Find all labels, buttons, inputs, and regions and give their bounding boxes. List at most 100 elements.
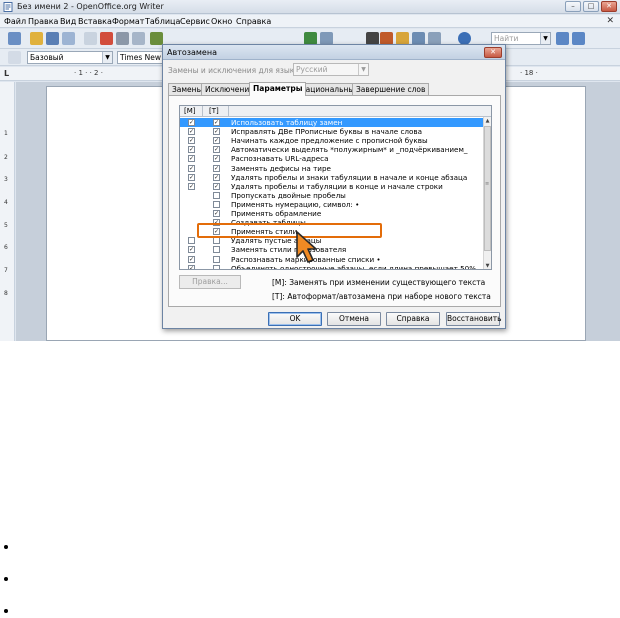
scroll-down-icon[interactable]: ▼ — [484, 262, 491, 269]
options-panel: [M] [T] ✓ ✓ Использовать таблицу замен ✓ ✓ Ис… — [168, 95, 501, 307]
menu-edit[interactable]: Правка — [28, 17, 58, 26]
option-m-checkbox[interactable]: ✓ — [188, 255, 195, 263]
option-t-checkbox[interactable] — [213, 246, 220, 254]
option-t-checkbox[interactable]: ✓ — [213, 182, 220, 190]
option-label: Применять обрамление — [231, 209, 322, 218]
option-row[interactable]: ✓ Применять обрамление — [180, 209, 485, 218]
minimize-button[interactable]: – — [565, 1, 581, 12]
option-label: Объединять однострочные абзацы, если дли… — [231, 263, 477, 270]
option-t-checkbox[interactable] — [213, 255, 220, 263]
vruler-mark: 4 — [4, 199, 8, 206]
help-button[interactable]: Справка — [386, 312, 440, 326]
edit-button[interactable]: Правка... — [179, 275, 241, 289]
option-row[interactable]: ✓ ✓ Удалять пробелы и табуляции в конце и … — [180, 182, 485, 191]
open-folder-icon[interactable] — [30, 32, 43, 45]
find-next-icon[interactable] — [556, 32, 569, 45]
option-row[interactable]: ✓ ✓ Исправлять ДВе ПРописные буквы в начал… — [180, 127, 485, 136]
option-row[interactable]: ✓ Объединять однострочные абзацы, если дл… — [180, 263, 485, 270]
option-m-checkbox[interactable]: ✓ — [188, 146, 195, 154]
close-document-icon[interactable]: ✕ — [606, 16, 614, 26]
option-m-checkbox[interactable]: ✓ — [188, 173, 195, 181]
option-t-checkbox[interactable]: ✓ — [213, 119, 220, 126]
chevron-down-icon[interactable]: ▼ — [102, 52, 112, 63]
option-t-checkbox[interactable]: ✓ — [213, 210, 220, 217]
menu-bar: Файл Правка Вид Вставка Формат Таблица С… — [0, 15, 620, 28]
scroll-up-icon[interactable]: ▲ — [484, 117, 491, 125]
option-row[interactable]: Пропускать двойные пробелы — [180, 191, 485, 200]
mouse-pointer-icon — [296, 231, 317, 263]
column-m-header: [M] — [184, 107, 196, 115]
menu-file[interactable]: Файл — [4, 17, 26, 26]
option-m-checkbox[interactable]: ✓ — [188, 164, 195, 172]
edit-file-icon[interactable] — [84, 32, 97, 45]
styles-icon[interactable] — [8, 51, 21, 64]
option-label: Удалять пробелы и табуляции в конце и на… — [231, 181, 443, 191]
menu-table[interactable]: Таблица — [145, 17, 180, 26]
menu-view[interactable]: Вид — [60, 17, 76, 26]
menu-window[interactable]: Окно — [211, 17, 232, 26]
scrollbar-thumb[interactable] — [484, 126, 491, 251]
option-m-checkbox[interactable]: ✓ — [188, 264, 195, 269]
option-t-checkbox[interactable]: ✓ — [213, 137, 220, 145]
print-icon[interactable] — [116, 32, 129, 45]
tab-word-completion[interactable]: Завершение слов — [352, 83, 430, 95]
option-m-checkbox[interactable]: ✓ — [188, 119, 195, 126]
vertical-ruler[interactable]: 1 2 3 4 5 6 7 8 — [0, 82, 15, 341]
cancel-button[interactable]: Отмена — [327, 312, 381, 326]
menu-help[interactable]: Справка — [236, 17, 271, 26]
option-t-checkbox[interactable] — [213, 200, 220, 208]
ok-button[interactable]: OK — [268, 312, 322, 326]
option-m-checkbox[interactable]: ✓ — [188, 155, 195, 163]
option-row[interactable]: Применять нумерацию, символ: • — [180, 200, 485, 209]
bullet-dot — [4, 577, 8, 581]
option-row[interactable]: ✓ Распознавать маркированные списки • — [180, 255, 485, 264]
option-row[interactable]: ✓ ✓ Начинать каждое предложение с прописно… — [180, 136, 485, 145]
option-m-checkbox[interactable]: ✓ — [188, 182, 195, 190]
language-label: Замены и исключения для языка: — [168, 66, 302, 75]
options-scrollbar[interactable]: ▲ ≡ ▼ — [483, 117, 491, 269]
menu-tools[interactable]: Сервис — [180, 17, 210, 26]
option-row[interactable]: ✓ ✓ Использовать таблицу замен — [180, 118, 485, 127]
maximize-button[interactable]: □ — [583, 1, 599, 12]
print-preview-icon[interactable] — [132, 32, 145, 45]
paragraph-style-select[interactable]: Базовый ▼ — [27, 51, 113, 64]
chevron-down-icon[interactable]: ▼ — [358, 64, 368, 75]
menu-format[interactable]: Формат — [112, 17, 144, 26]
chevron-down-icon[interactable]: ▼ — [540, 33, 550, 44]
option-row[interactable]: ✓ ✓ Заменять дефисы на тире — [180, 164, 485, 173]
option-t-checkbox[interactable] — [213, 264, 220, 269]
tab-stop-icon[interactable]: L — [4, 69, 9, 78]
save-icon[interactable] — [46, 32, 59, 45]
new-document-icon[interactable] — [8, 32, 21, 45]
close-window-button[interactable]: ✕ — [601, 1, 617, 12]
option-t-checkbox[interactable]: ✓ — [213, 173, 220, 181]
font-name-select[interactable]: Times New R — [117, 51, 167, 64]
option-m-checkbox[interactable] — [188, 237, 195, 245]
option-t-checkbox[interactable] — [213, 237, 220, 245]
option-row[interactable]: ✓ ✓ Удалять пробелы и знаки табуляции в на… — [180, 173, 485, 182]
menu-insert[interactable]: Вставка — [78, 17, 112, 26]
mail-icon[interactable] — [62, 32, 75, 45]
option-m-checkbox[interactable]: ✓ — [188, 128, 195, 136]
tab-options[interactable]: Параметры — [249, 82, 307, 96]
option-m-checkbox[interactable]: ✓ — [188, 137, 195, 145]
vruler-mark: 8 — [4, 290, 8, 297]
language-select[interactable]: Русский ▼ — [293, 63, 369, 76]
option-t-checkbox[interactable]: ✓ — [213, 128, 220, 136]
bullet-dot — [4, 545, 8, 549]
option-row[interactable]: ✓ Заменять стили пользователя — [180, 245, 485, 254]
option-t-checkbox[interactable]: ✓ — [213, 155, 220, 163]
dialog-close-button[interactable]: ✕ — [484, 47, 502, 58]
option-m-checkbox[interactable]: ✓ — [188, 246, 195, 254]
export-pdf-icon[interactable] — [100, 32, 113, 45]
find-previous-icon[interactable] — [572, 32, 585, 45]
option-row[interactable]: ✓ ✓ Автоматически выделять *полужирным* и … — [180, 145, 485, 154]
options-list[interactable]: [M] [T] ✓ ✓ Использовать таблицу замен ✓ ✓ Ис… — [179, 105, 492, 270]
option-row[interactable]: ✓ ✓ Распознавать URL-адреса — [180, 154, 485, 163]
column-t-header: [T] — [209, 107, 219, 115]
option-t-checkbox[interactable]: ✓ — [213, 164, 220, 172]
option-t-checkbox[interactable]: ✓ — [213, 146, 220, 154]
dialog-title-bar: Автозамена ✕ — [163, 45, 505, 60]
option-t-checkbox[interactable] — [213, 191, 220, 199]
reset-button[interactable]: Восстановить — [446, 312, 502, 326]
